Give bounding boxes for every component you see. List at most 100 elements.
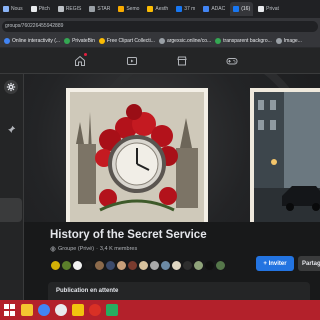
member-avatar[interactable] — [116, 259, 127, 271]
member-avatars[interactable] — [50, 257, 226, 273]
globe-icon — [50, 246, 56, 252]
home-icon[interactable] — [72, 54, 88, 68]
tab-favicon-icon — [118, 6, 125, 12]
pending-posts-label: Publication en attente — [56, 288, 119, 294]
member-avatar[interactable] — [149, 259, 160, 271]
chrome-icon[interactable] — [38, 304, 50, 316]
gaming-icon[interactable] — [224, 54, 240, 68]
bookmark-item[interactable]: transparent backgro... — [215, 37, 272, 44]
bookmark-label: Online interactivity (... — [12, 37, 61, 44]
bookmark-favicon-icon — [64, 37, 71, 44]
bookmark-favicon-icon — [98, 37, 105, 44]
bookmark-label: Image... — [283, 37, 302, 44]
tab-label: Nous — [11, 6, 23, 12]
member-avatar[interactable] — [204, 259, 215, 271]
browser-tab[interactable]: Nous — [0, 2, 26, 16]
street-car-illustration — [254, 92, 320, 222]
marketplace-icon[interactable] — [174, 54, 190, 68]
member-count[interactable]: 3,4 K membres — [100, 246, 137, 252]
tab-favicon-icon — [258, 6, 265, 12]
tab-label: 37 m — [184, 6, 196, 12]
opera-icon[interactable] — [89, 304, 101, 316]
bookmark-item[interactable]: argexsic.online/co... — [158, 37, 212, 44]
left-sidebar — [0, 74, 24, 300]
bookmark-label: PrivateBin — [72, 37, 95, 44]
pending-posts-panel: Publication en attente — [48, 282, 310, 300]
share-button[interactable]: Partager — [298, 256, 320, 271]
member-avatar[interactable] — [105, 259, 116, 271]
bookmark-item[interactable]: PrivateBin — [64, 37, 95, 44]
member-avatar[interactable] — [127, 259, 138, 271]
meta-separator: · — [96, 246, 98, 252]
bookmark-label: transparent backgro... — [223, 37, 272, 44]
pin-icon[interactable] — [4, 122, 18, 136]
browser-tab[interactable]: Pitch — [28, 2, 53, 16]
tab-favicon-icon — [3, 6, 9, 12]
facebook-nav-bar — [0, 48, 320, 74]
invite-button[interactable]: + Inviter — [256, 256, 294, 271]
vlc-icon[interactable] — [106, 304, 118, 316]
tab-favicon-icon — [203, 6, 210, 12]
browser-tab[interactable]: Aesth — [144, 2, 171, 16]
windows-start-icon[interactable] — [4, 304, 16, 316]
screen: Nous Pitch REGIS STAR Semo Aesth 37 m ADAC (16) P… — [0, 0, 320, 320]
notification-dot — [84, 53, 87, 56]
tab-favicon-icon — [57, 6, 64, 12]
tab-label: ADAC — [211, 6, 226, 12]
group-main: History of the Secret Service Groupe (Pr… — [24, 74, 320, 300]
tab-favicon-icon — [147, 6, 154, 12]
browser-tab-strip: Nous Pitch REGIS STAR Semo Aesth 37 m ADAC (16) P… — [0, 0, 320, 18]
member-avatar[interactable] — [138, 259, 149, 271]
video-icon[interactable] — [124, 54, 140, 68]
bookmark-item[interactable]: Image... — [275, 37, 302, 44]
address-bar: groups/760226455942889 — [0, 18, 320, 34]
tab-favicon-icon — [233, 6, 240, 12]
browser-tab[interactable]: Semo — [115, 2, 142, 16]
taskbar — [0, 300, 320, 320]
cover-area — [24, 74, 320, 222]
tab-favicon-icon — [176, 6, 183, 12]
member-avatar[interactable] — [94, 259, 105, 271]
tab-label: REGIS — [65, 6, 82, 12]
bookmark-item[interactable]: Free Clipart Collecti... — [98, 37, 155, 44]
browser-tab[interactable]: ADAC — [200, 2, 228, 16]
member-avatar[interactable] — [61, 259, 72, 271]
bookmark-label: argexsic.online/co... — [166, 37, 212, 44]
file-explorer-icon[interactable] — [21, 304, 33, 316]
member-avatar[interactable] — [83, 259, 94, 271]
bookmark-favicon-icon — [275, 37, 282, 44]
tab-favicon-icon — [30, 6, 37, 12]
tab-label: Aesth — [155, 6, 169, 12]
browser-tab[interactable]: 37 m — [173, 2, 198, 16]
tab-label: Pitch — [38, 6, 50, 12]
bookmark-item[interactable]: Online interactivity (... — [4, 37, 61, 44]
cover-image-street-car — [250, 88, 320, 222]
tab-label: STAR — [97, 6, 111, 12]
bookmarks-bar: Online interactivity (... PrivateBin Free … — [0, 34, 320, 48]
member-avatar[interactable] — [215, 259, 226, 271]
member-avatar[interactable] — [72, 259, 83, 271]
roses-clock-illustration — [70, 92, 204, 222]
url-field[interactable]: groups/760226455942889 — [2, 20, 318, 32]
bookmark-favicon-icon — [215, 37, 222, 44]
media-player-icon[interactable] — [55, 304, 67, 316]
member-avatar[interactable] — [50, 259, 61, 271]
cover-image-roses-clock — [66, 88, 208, 222]
bookmark-label: Free Clipart Collecti... — [106, 37, 155, 44]
browser-tab[interactable]: REGIS — [55, 2, 85, 16]
sidebar-selected-item[interactable] — [0, 198, 22, 222]
member-avatar[interactable] — [160, 259, 171, 271]
tab-label: Semo — [126, 6, 140, 12]
browser-tab[interactable]: Privat — [255, 2, 282, 16]
tab-label: (16) — [241, 6, 251, 12]
group-privacy[interactable]: Groupe (Privé) — [58, 246, 94, 252]
browser-tab[interactable]: (16) — [230, 2, 254, 16]
gear-icon[interactable] — [4, 80, 18, 94]
member-avatar[interactable] — [182, 259, 193, 271]
browser-tab[interactable]: STAR — [86, 2, 113, 16]
member-avatar[interactable] — [171, 259, 182, 271]
folder-icon[interactable] — [72, 304, 84, 316]
member-avatar[interactable] — [193, 259, 204, 271]
tab-favicon-icon — [89, 6, 96, 12]
bookmark-favicon-icon — [4, 37, 10, 44]
